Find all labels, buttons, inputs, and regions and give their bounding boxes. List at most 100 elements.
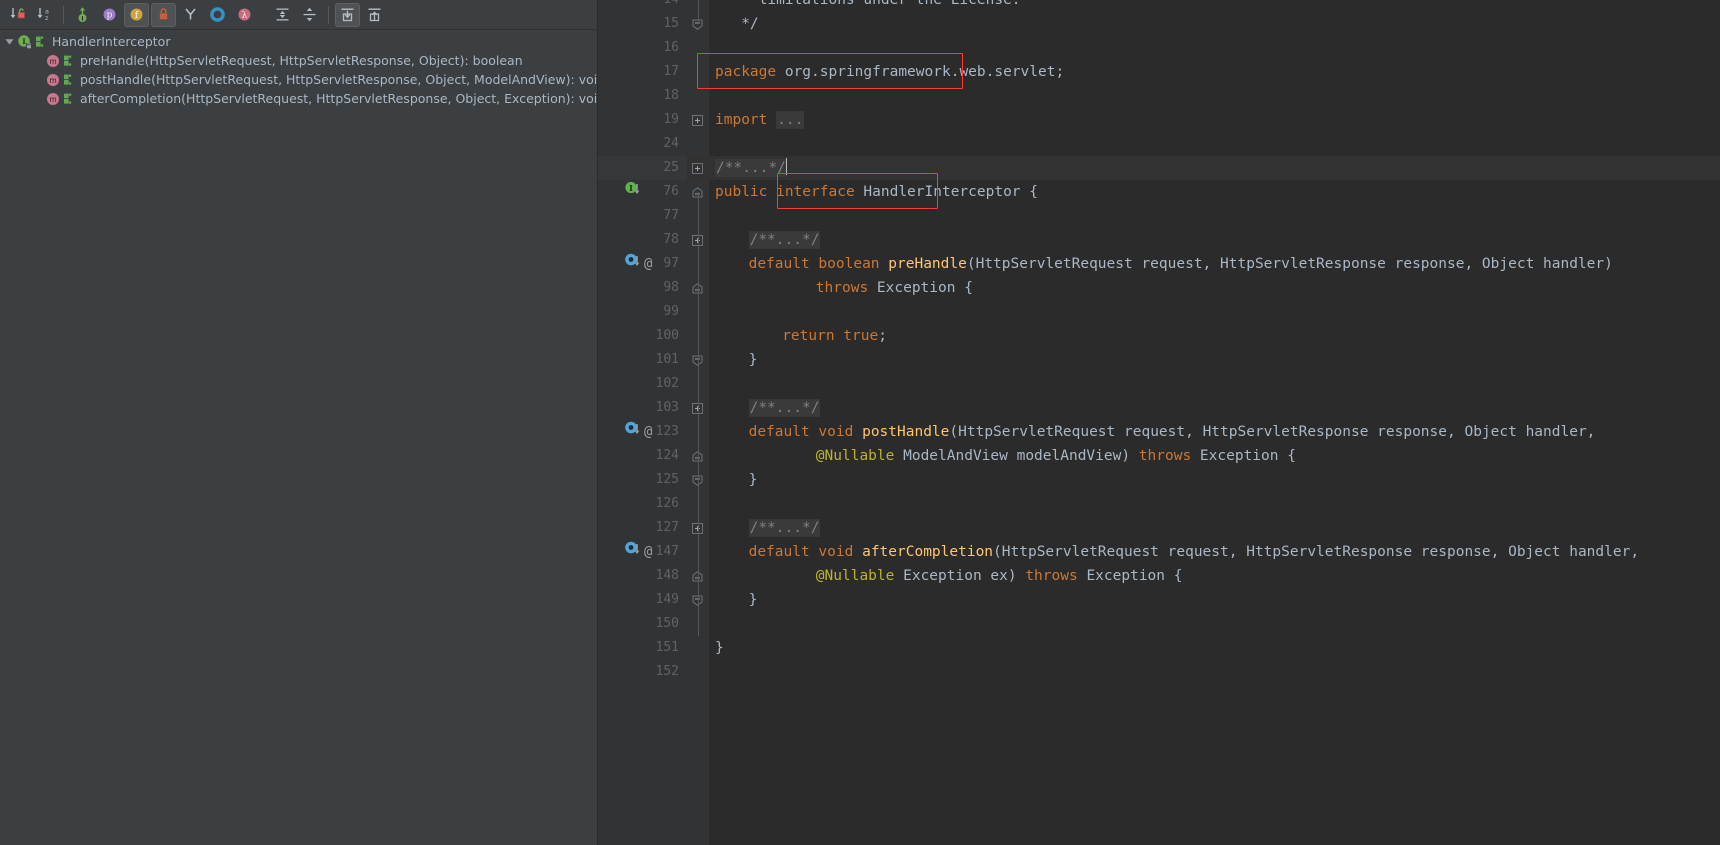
group-methods-icon[interactable] [205, 3, 230, 27]
sort-by-visibility-icon[interactable] [5, 3, 30, 27]
structure-tree-item[interactable]: m preHandle(HttpServletRequest, HttpServl… [0, 51, 597, 70]
code-line[interactable]: default boolean preHandle(HttpServletReq… [749, 252, 1613, 276]
gutter-icon-group[interactable]: @ [624, 540, 652, 564]
overridden-method-gutter-icon[interactable] [624, 420, 643, 444]
public-interface-member-icon [33, 34, 48, 50]
structure-toolbar: a z I p f λ [0, 0, 597, 30]
code-line[interactable]: import ... [715, 108, 805, 132]
code-line[interactable]: /**...*/ [748, 228, 821, 252]
svg-text:I: I [22, 37, 26, 46]
code-editor[interactable]: 141516171819242576I777897@98991001011021… [598, 0, 1720, 845]
folded-region-placeholder[interactable]: /**...*/ [715, 159, 787, 177]
show-non-public-icon[interactable] [151, 2, 176, 27]
code-line[interactable]: return true; [782, 324, 887, 348]
line-number: 152 [655, 664, 679, 679]
folded-region-placeholder[interactable]: /**...*/ [748, 231, 821, 249]
line-number: 103 [655, 400, 679, 415]
line-number: 78 [663, 232, 679, 247]
gutter-icon-group[interactable]: @ [624, 420, 652, 444]
keyword-token: true [843, 328, 879, 344]
code-line[interactable]: } [749, 348, 758, 372]
svg-text:p: p [107, 11, 113, 21]
expand-all-icon[interactable] [270, 3, 295, 27]
implemented-by-gutter-icon[interactable]: I [624, 180, 643, 204]
code-line[interactable]: } [749, 588, 758, 612]
code-line[interactable]: package org.springframework.web.servlet; [715, 60, 1064, 84]
code-line[interactable]: @Nullable ModelAndView modelAndView) thr… [816, 444, 1296, 468]
line-number: 150 [655, 616, 679, 631]
code-token: Exception ex) [903, 568, 1026, 584]
annotation-gutter-icon[interactable]: @ [644, 545, 652, 559]
annotation-gutter-icon[interactable]: @ [644, 257, 652, 271]
show-inherited-icon[interactable]: I [70, 3, 95, 27]
code-line[interactable]: * limitations under the License. [715, 0, 1021, 12]
show-fields-icon[interactable]: f [124, 2, 149, 27]
method-icon: m [44, 72, 61, 88]
show-properties-icon[interactable]: p [97, 3, 122, 27]
line-number: 19 [663, 112, 679, 127]
autoscroll-from-source-icon[interactable] [362, 3, 387, 27]
folded-region-placeholder[interactable]: /**...*/ [748, 519, 821, 537]
structure-tree-item[interactable]: I HandlerInterceptor [0, 32, 597, 51]
code-line[interactable]: */ [715, 12, 758, 36]
keyword-token: throws [815, 280, 877, 296]
code-line[interactable]: /**...*/ [748, 396, 821, 420]
line-number: 15 [663, 16, 679, 31]
code-token: ; [1055, 64, 1065, 80]
structure-tree[interactable]: I HandlerInterceptor m preHandle(HttpServle… [0, 30, 597, 845]
code-content[interactable]: * limitations under the License. */ packa… [709, 0, 1720, 845]
structure-tree-item[interactable]: m afterCompletion(HttpServletRequest, Htt… [0, 89, 597, 108]
sort-alphabetically-icon[interactable]: a z [32, 3, 57, 27]
folded-region-placeholder[interactable]: /**...*/ [748, 399, 821, 417]
code-token: ModelAndView modelAndView) [903, 448, 1139, 464]
overridden-method-gutter-icon[interactable] [624, 252, 643, 276]
line-number: 148 [655, 568, 679, 583]
gutter-icon-group[interactable]: I [624, 180, 643, 204]
code-line[interactable]: /**...*/ [715, 156, 787, 180]
code-token: ; [878, 328, 887, 344]
fold-expand-icon[interactable] [691, 108, 704, 132]
show-anonymous-classes-icon[interactable] [178, 3, 203, 27]
code-line[interactable]: /**...*/ [748, 516, 821, 540]
fold-expand-icon[interactable] [691, 156, 704, 180]
comment-token: * limitations under the License. [715, 0, 1021, 8]
structure-tree-item[interactable]: m postHandle(HttpServletRequest, HttpServ… [0, 70, 597, 89]
svg-text:z: z [45, 14, 49, 22]
structure-tree-item-label: afterCompletion(HttpServletRequest, Http… [80, 91, 597, 106]
code-line[interactable]: } [749, 468, 758, 492]
folded-region-placeholder[interactable]: ... [776, 111, 805, 129]
overridden-method-gutter-icon[interactable] [624, 540, 643, 564]
ide-window: a z I p f λ I HandlerInterceptor m preHa… [0, 0, 1720, 845]
code-token: } [748, 592, 758, 608]
line-number: 101 [655, 352, 679, 367]
autoscroll-to-source-icon[interactable] [335, 2, 360, 27]
method-icon: m [44, 91, 61, 107]
public-member-icon [61, 72, 76, 88]
code-line[interactable]: public interface HandlerInterceptor { [715, 180, 1038, 204]
code-token: Exception { [1199, 448, 1296, 464]
line-number: 17 [663, 64, 679, 79]
editor-gutter[interactable]: 141516171819242576I777897@98991001011021… [598, 0, 687, 845]
collapse-all-icon[interactable] [297, 3, 322, 27]
code-token: } [748, 352, 758, 368]
keyword-token: default void [748, 544, 863, 560]
code-line[interactable]: throws Exception { [816, 276, 973, 300]
keyword-token: throws [1025, 568, 1087, 584]
method-name-token: preHandle [888, 256, 967, 272]
chevron-down-icon[interactable] [2, 35, 16, 49]
code-folding-strip[interactable] [687, 0, 709, 845]
code-line[interactable]: } [715, 636, 724, 660]
show-lambdas-icon[interactable]: λ [232, 3, 257, 27]
toolbar-separator [263, 6, 264, 24]
gutter-icon-group[interactable]: @ [624, 252, 652, 276]
fold-region-connector [697, 192, 699, 636]
structure-tree-item-label: preHandle(HttpServletRequest, HttpServle… [80, 53, 523, 68]
code-line[interactable]: default void postHandle(HttpServletReque… [749, 420, 1596, 444]
line-number: 102 [655, 376, 679, 391]
code-line[interactable]: default void afterCompletion(HttpServlet… [749, 540, 1639, 564]
keyword-token: default void [748, 424, 863, 440]
code-line[interactable]: @Nullable Exception ex) throws Exception… [816, 564, 1183, 588]
annotation-gutter-icon[interactable]: @ [644, 425, 652, 439]
